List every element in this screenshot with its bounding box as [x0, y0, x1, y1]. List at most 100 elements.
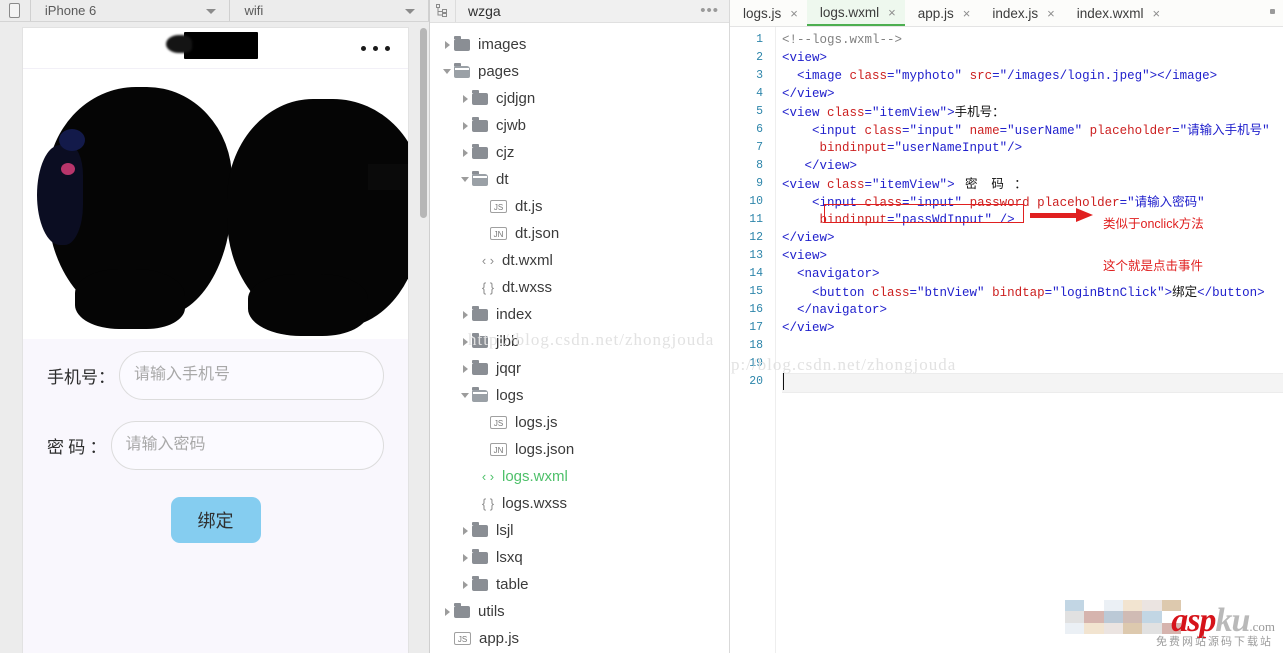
tree-item-label: dt.wxss [502, 279, 553, 296]
tree-item-index[interactable]: index [430, 301, 729, 328]
line-number: 7 [756, 141, 763, 154]
tree-item-app-js[interactable]: JS app.js [430, 625, 729, 652]
file-tree-more-icon[interactable]: ••• [700, 3, 719, 18]
chevron-right-icon[interactable] [458, 364, 472, 373]
tree-item-logs-js[interactable]: JS logs.js [430, 409, 729, 436]
tree-item-jlbb[interactable]: jlbb [430, 328, 729, 355]
code-line: <view> [782, 249, 828, 263]
simulator-pane: iPhone 6 wifi 手机号： 请输入手机号 密 码 ： 请输入密码 绑定 [0, 0, 430, 653]
line-number: 1 [756, 33, 763, 46]
tab-index-wxml[interactable]: index.wxml × [1064, 0, 1169, 26]
phone-icon[interactable] [0, 0, 31, 21]
network-select[interactable]: wifi [230, 0, 429, 21]
line-number: 4 [756, 87, 763, 100]
chevron-down-icon[interactable] [458, 177, 472, 182]
tree-item-utils[interactable]: utils [430, 598, 729, 625]
chevron-right-icon[interactable] [440, 40, 454, 49]
phone-number-row: 手机号： [23, 349, 408, 401]
js-file-icon: JS [454, 632, 471, 645]
phone-number-input[interactable] [119, 350, 384, 400]
tab-logs-js[interactable]: logs.js × [730, 0, 807, 26]
tab-app-js[interactable]: app.js × [905, 0, 980, 26]
tree-item-label: lsxq [496, 549, 523, 566]
close-icon[interactable]: × [963, 6, 971, 21]
tree-item-cjwb[interactable]: cjwb [430, 112, 729, 139]
chevron-right-icon[interactable] [458, 121, 472, 130]
code-line: <input class="input" password placeholde… [782, 195, 1205, 210]
tree-item-cjz[interactable]: cjz [430, 139, 729, 166]
chevron-down-icon [404, 8, 415, 14]
chevron-right-icon[interactable] [458, 94, 472, 103]
tree-item-dt-wxml[interactable]: ‹ › dt.wxml [430, 247, 729, 274]
folder-icon [472, 386, 488, 402]
folder-icon [472, 332, 488, 348]
folder-icon [454, 602, 470, 618]
folder-icon [454, 35, 470, 51]
chevron-right-icon[interactable] [458, 337, 472, 346]
tree-item-pages[interactable]: pages [430, 58, 729, 85]
password-input[interactable] [110, 420, 384, 470]
tree-item-table[interactable]: table [430, 571, 729, 598]
password-label: 密 码 ： [47, 437, 107, 457]
simulator-scrollbar[interactable] [420, 28, 427, 653]
tree-item-dt[interactable]: dt [430, 166, 729, 193]
tree-item-label: logs.wxss [502, 495, 568, 512]
file-tree-header: wzga ••• [430, 0, 729, 23]
js-file-icon: JS [490, 416, 507, 429]
tree-item-images[interactable]: images [430, 31, 729, 58]
tree-item-logs-wxss[interactable]: { } logs.wxss [430, 490, 729, 517]
aspku-tagline: 免费网站源码下载站 [1156, 637, 1273, 649]
tree-item-lsxq[interactable]: lsxq [430, 544, 729, 571]
code-editor[interactable]: 1 2 3 4 5 6 7 8 9 10 11 12 13 14 15 16 17 18 19 20 <!--logs… [730, 27, 1283, 653]
tree-item-logs[interactable]: logs [430, 382, 729, 409]
tree-item-lsjl[interactable]: lsjl [430, 517, 729, 544]
chevron-down-icon[interactable] [440, 69, 454, 74]
chevron-right-icon[interactable] [458, 580, 472, 589]
tree-item-cjdjgn[interactable]: cjdjgn [430, 85, 729, 112]
device-select[interactable]: iPhone 6 [30, 0, 231, 21]
tree-item-label: cjz [496, 144, 515, 161]
tab-logs-wxml[interactable]: logs.wxml × [806, 0, 905, 26]
ellipsis-icon[interactable] [361, 46, 390, 51]
close-icon[interactable]: × [888, 5, 896, 20]
json-file-icon: JN [490, 227, 507, 240]
submit-button-wrap: 绑定 [23, 497, 408, 543]
editor-pane: logs.js × logs.wxml × app.js × index.js × index.… [730, 0, 1283, 653]
code-line: <view> [782, 51, 828, 65]
tab-index-js[interactable]: index.js × [979, 0, 1063, 26]
folder-icon [472, 359, 488, 375]
device-select-value: iPhone 6 [44, 3, 97, 18]
code-line: <navigator> [782, 267, 880, 281]
wxml-file-icon: ‹ › [481, 253, 495, 268]
close-icon[interactable]: × [790, 6, 798, 21]
bind-submit-button[interactable]: 绑定 [170, 497, 261, 543]
tree-item-label: app.js [479, 630, 520, 647]
close-icon[interactable]: × [1047, 6, 1055, 21]
folder-icon [472, 575, 488, 591]
tree-item-label: jqqr [496, 360, 522, 377]
chevron-right-icon[interactable] [440, 607, 454, 616]
tree-item-logs-json[interactable]: JN logs.json [430, 436, 729, 463]
tab-overflow-icon[interactable] [1270, 9, 1275, 14]
line-number: 14 [749, 267, 763, 280]
line-number: 8 [756, 159, 763, 172]
chevron-right-icon[interactable] [458, 553, 472, 562]
line-number: 9 [756, 177, 763, 190]
tree-item-label: dt.wxml [502, 252, 553, 269]
folder-icon [472, 521, 488, 537]
tree-item-dt-js[interactable]: JS dt.js [430, 193, 729, 220]
chevron-right-icon[interactable] [458, 148, 472, 157]
chevron-down-icon[interactable] [458, 393, 472, 398]
chevron-right-icon[interactable] [458, 310, 472, 319]
tree-item-dt-wxss[interactable]: { } dt.wxss [430, 274, 729, 301]
close-icon[interactable]: × [1153, 6, 1161, 21]
tree-item-dt-json[interactable]: JN dt.json [430, 220, 729, 247]
line-number: 16 [749, 303, 763, 316]
file-tree-pane: wzga ••• images pages cjdjgn cjwb cjz dt JS dt.… [430, 0, 730, 653]
chevron-right-icon[interactable] [458, 526, 472, 535]
tree-item-jqqr[interactable]: jqqr [430, 355, 729, 382]
tree-item-logs-wxml[interactable]: ‹ › logs.wxml [430, 463, 729, 490]
tree-item-label: table [496, 576, 529, 593]
tab-label: logs.js [743, 5, 782, 21]
line-number: 11 [749, 213, 763, 226]
